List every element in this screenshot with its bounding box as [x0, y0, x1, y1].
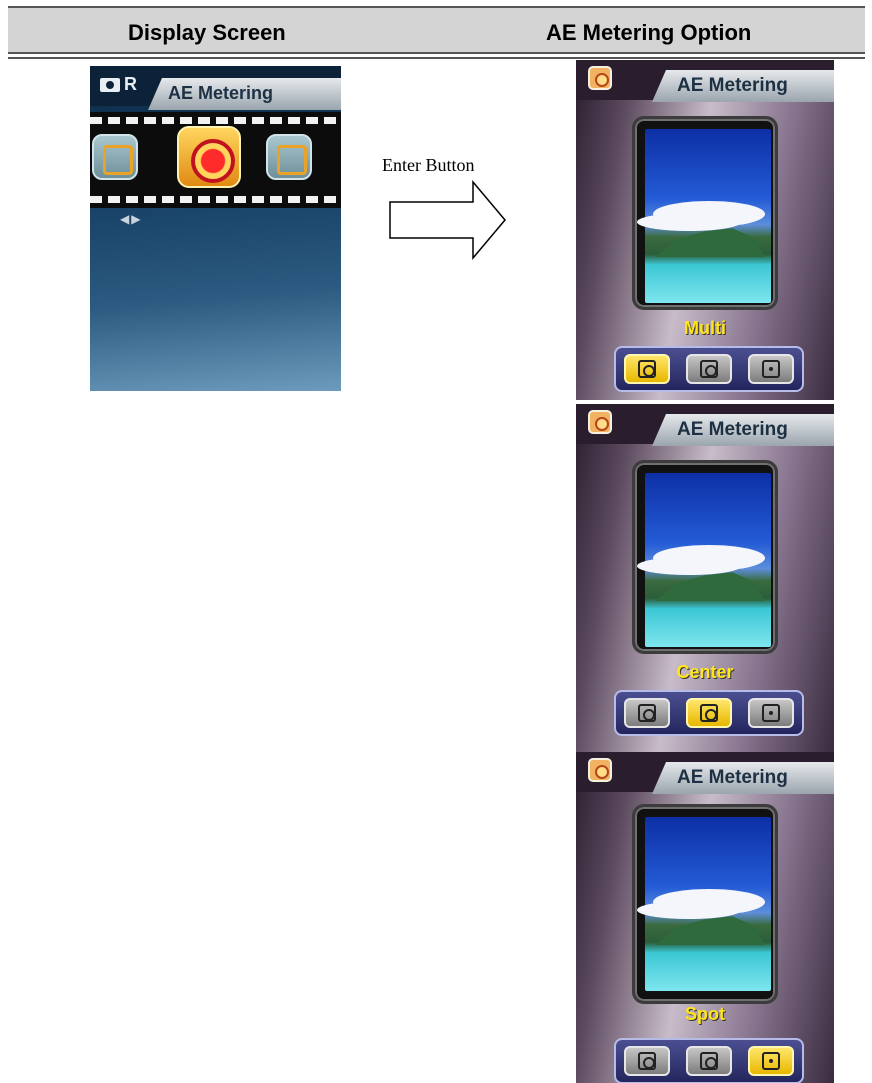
multi-metering-button[interactable] — [624, 698, 670, 728]
menu-item-previous-icon[interactable] — [92, 134, 138, 180]
metering-icon — [588, 410, 612, 434]
option-top-bar: AE Metering — [576, 752, 834, 794]
option-tab-ae-metering: AE Metering — [652, 762, 834, 794]
preview-photo — [645, 129, 771, 303]
spot-metering-button[interactable] — [748, 1046, 794, 1076]
multi-metering-icon — [638, 1052, 656, 1070]
center-metering-button[interactable] — [686, 354, 732, 384]
spot-metering-icon — [762, 1052, 780, 1070]
left-right-arrows-icon: ◀▶ — [120, 212, 143, 226]
menu-item-next-icon[interactable] — [266, 134, 312, 180]
table-header: Display Screen AE Metering Option — [8, 6, 865, 54]
ae-option-screen-multi: AE Metering Multi — [576, 60, 834, 400]
multi-metering-icon — [638, 360, 656, 378]
preview-frame — [632, 460, 778, 654]
preview-photo — [645, 817, 771, 991]
option-tab-ae-metering: AE Metering — [652, 70, 834, 102]
center-metering-button[interactable] — [686, 698, 732, 728]
mode-label: Multi — [684, 318, 726, 338]
multi-metering-icon — [638, 704, 656, 722]
center-metering-button[interactable] — [686, 1046, 732, 1076]
multi-metering-button[interactable] — [624, 354, 670, 384]
enter-button-label: Enter Button — [382, 155, 475, 175]
option-top-bar: AE Metering — [576, 60, 834, 102]
ae-option-screen-center: AE Metering Center — [576, 404, 834, 752]
menu-tab-ae-metering: AE Metering — [148, 78, 341, 110]
column-heading-ae-metering-option: AE Metering Option — [546, 20, 752, 45]
metering-selector — [614, 690, 804, 736]
header-rule — [8, 57, 865, 59]
metering-selector — [614, 346, 804, 392]
metering-icon — [588, 66, 612, 90]
metering-icon[interactable] — [177, 126, 241, 188]
ae-option-screen-spot: AE Metering Spot — [576, 752, 834, 1083]
camera-icon — [100, 78, 120, 92]
center-metering-icon — [700, 360, 718, 378]
film-perforation — [90, 117, 341, 124]
filmstrip-menu — [90, 112, 341, 208]
spot-metering-icon — [762, 360, 780, 378]
mode-label: Spot — [685, 1004, 725, 1024]
menu-top-bar: R AE Metering — [90, 66, 341, 110]
spot-metering-button[interactable] — [748, 698, 794, 728]
mode-label: Center — [676, 662, 734, 682]
film-perforation — [90, 196, 341, 203]
center-metering-icon — [700, 1052, 718, 1070]
preview-frame — [632, 804, 778, 1004]
metering-selector — [614, 1038, 804, 1083]
preview-frame — [632, 116, 778, 310]
metering-icon — [588, 758, 612, 782]
center-metering-icon — [700, 704, 718, 722]
spot-metering-icon — [762, 704, 780, 722]
mode-letter: R — [124, 74, 137, 94]
multi-metering-button[interactable] — [624, 1046, 670, 1076]
right-arrow-icon — [389, 180, 506, 260]
spot-metering-button[interactable] — [748, 354, 794, 384]
option-top-bar: AE Metering — [576, 404, 834, 446]
option-tab-ae-metering: AE Metering — [652, 414, 834, 446]
preview-photo — [645, 473, 771, 647]
column-heading-display-screen: Display Screen — [128, 20, 286, 45]
display-screen: R AE Metering ◀▶ — [90, 66, 341, 391]
